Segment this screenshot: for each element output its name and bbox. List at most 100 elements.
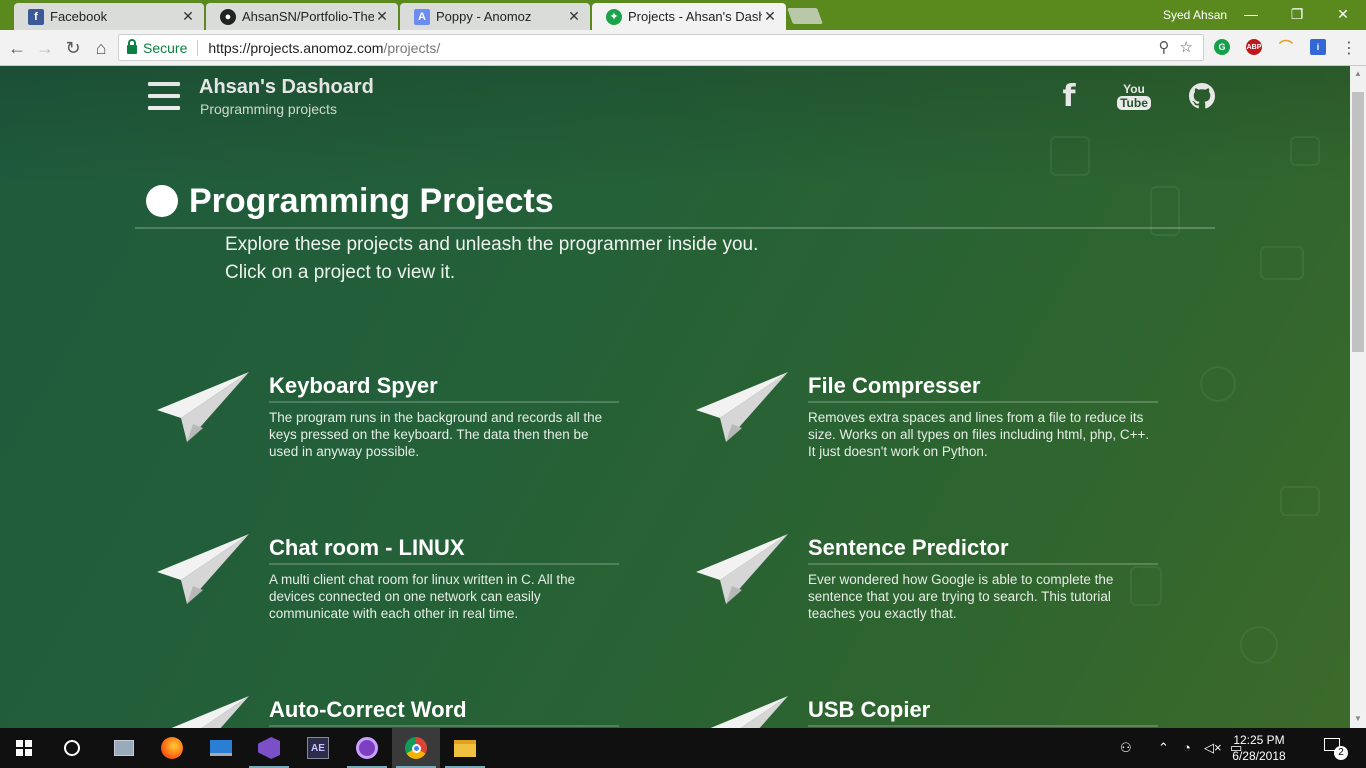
- tab-projects[interactable]: ✦ Projects - Ahsan's Dashb ✕: [592, 3, 786, 30]
- site-subtitle: Programming projects: [200, 101, 337, 117]
- volume-muted-icon[interactable]: ◁×: [1204, 740, 1222, 756]
- rainbow-extension-icon[interactable]: ⌒: [1278, 39, 1294, 55]
- github-icon[interactable]: [1187, 81, 1217, 111]
- clock-date: 6/28/2018: [1232, 749, 1286, 763]
- youtube-tube-label: Tube: [1117, 95, 1151, 110]
- project-title[interactable]: USB Copier: [808, 696, 1168, 724]
- facebook-icon[interactable]: f: [1054, 79, 1084, 114]
- paper-plane-icon: [157, 534, 249, 604]
- notification-center-icon[interactable]: 2: [1324, 738, 1348, 760]
- cortana-search-icon[interactable]: [48, 728, 96, 768]
- wifi-icon[interactable]: ◔: [1183, 740, 1191, 755]
- visual-studio-icon[interactable]: [245, 728, 293, 768]
- reload-icon[interactable]: ↻: [62, 37, 84, 59]
- intro-line-2: Click on a project to view it.: [225, 262, 456, 283]
- tab-github[interactable]: ● AhsanSN/Portfolio-Them ✕: [206, 3, 398, 30]
- heading-divider: [135, 227, 1215, 229]
- scroll-down-icon[interactable]: ▼: [1354, 714, 1362, 723]
- file-explorer-icon[interactable]: [441, 728, 489, 768]
- tab-title: Facebook: [50, 9, 108, 24]
- home-icon[interactable]: ⌂: [90, 37, 112, 59]
- tab-title: Projects - Ahsan's Dashb: [628, 9, 762, 24]
- youtube-icon[interactable]: You Tube: [1117, 81, 1151, 111]
- address-bar[interactable]: Secure https://projects.anomoz.com/proje…: [118, 34, 1204, 61]
- paper-plane-icon: [696, 534, 788, 604]
- project-card-auto-correct[interactable]: Auto-Correct Word: [171, 696, 629, 728]
- scroll-thumb[interactable]: [1352, 92, 1364, 352]
- project-card-keyboard-spyer[interactable]: Keyboard Spyer The program runs in the b…: [157, 372, 629, 460]
- paper-plane-icon: [157, 372, 249, 442]
- youtube-you-label: You: [1123, 81, 1145, 96]
- page-heading: Programming Projects: [189, 182, 554, 220]
- windows-start-icon[interactable]: [0, 728, 48, 768]
- project-title[interactable]: Keyboard Spyer: [269, 372, 629, 400]
- intro-line-1: Explore these projects and unleash the p…: [225, 234, 759, 255]
- close-icon[interactable]: ✕: [762, 8, 778, 25]
- project-divider: [269, 725, 619, 727]
- project-card-usb-copier[interactable]: USB Copier: [710, 696, 1168, 728]
- tab-title: AhsanSN/Portfolio-Them: [242, 9, 374, 24]
- close-window-icon[interactable]: ✕: [1320, 0, 1366, 28]
- firefox-icon[interactable]: [148, 728, 196, 768]
- projects-icon: ✦: [606, 8, 622, 25]
- poppy-icon: A: [414, 8, 430, 25]
- remote-desktop-icon[interactable]: [197, 728, 245, 768]
- close-icon[interactable]: ✕: [180, 8, 196, 25]
- project-description: A multi client chat room for linux writt…: [269, 572, 576, 621]
- background-doodle: [1050, 136, 1090, 176]
- back-icon[interactable]: ←: [6, 37, 28, 59]
- project-card-chat-room[interactable]: Chat room - LINUX A multi client chat ro…: [157, 534, 629, 622]
- project-card-file-compresser[interactable]: File Compresser Removes extra spaces and…: [696, 372, 1168, 460]
- secure-label: Secure: [143, 39, 188, 56]
- project-description: Removes extra spaces and lines from a fi…: [808, 410, 1150, 459]
- adblock-icon[interactable]: ABP: [1246, 39, 1262, 55]
- minimize-icon[interactable]: —: [1228, 0, 1274, 28]
- hamburger-menu-icon[interactable]: [148, 82, 180, 110]
- project-title[interactable]: Auto-Correct Word: [269, 696, 629, 724]
- chrome-icon[interactable]: [392, 728, 440, 768]
- facebook-icon: f: [28, 8, 44, 25]
- project-divider: [269, 401, 619, 403]
- forward-icon[interactable]: →: [34, 37, 56, 59]
- system-clock[interactable]: 12:25 PM 6/28/2018: [1228, 732, 1290, 764]
- people-icon[interactable]: ⚇: [1120, 740, 1132, 756]
- project-title[interactable]: Chat room - LINUX: [269, 534, 629, 562]
- notification-count: 2: [1334, 746, 1348, 760]
- profile-name[interactable]: Syed Ahsan: [1163, 8, 1227, 22]
- project-title[interactable]: File Compresser: [808, 372, 1168, 400]
- project-divider: [808, 563, 1158, 565]
- lock-icon: [127, 39, 137, 54]
- extension-icon[interactable]: i: [1310, 39, 1326, 55]
- page-scrollbar[interactable]: ▲ ▼: [1350, 66, 1366, 728]
- paper-plane-icon: [696, 372, 788, 442]
- site-title[interactable]: Ahsan's Dashoard: [199, 76, 374, 99]
- windows-taskbar: AE ⚇ ⌃ ◔ ◁× ▭ 12:25 PM 6/28/2018 2: [0, 728, 1366, 768]
- task-view-icon[interactable]: [100, 728, 148, 768]
- scroll-up-icon[interactable]: ▲: [1354, 69, 1362, 78]
- project-divider: [808, 401, 1158, 403]
- page-content: Ahsan's Dashoard Programming projects f …: [0, 66, 1350, 728]
- paper-plane-icon: [171, 696, 249, 728]
- tab-facebook[interactable]: f Facebook ✕: [14, 3, 204, 30]
- clock-time: 12:25 PM: [1233, 733, 1285, 747]
- zoom-search-icon[interactable]: ⚲: [1159, 38, 1170, 56]
- project-description: Ever wondered how Google is able to comp…: [808, 572, 1114, 621]
- restore-icon[interactable]: ❐: [1274, 0, 1320, 28]
- tab-poppy[interactable]: A Poppy - Anomoz ✕: [400, 3, 590, 30]
- project-title[interactable]: Sentence Predictor: [808, 534, 1168, 562]
- chevron-up-icon[interactable]: ⌃: [1158, 740, 1169, 756]
- background-doodle: [1290, 136, 1320, 166]
- after-effects-icon[interactable]: AE: [294, 728, 342, 768]
- grammarly-icon[interactable]: G: [1214, 39, 1230, 55]
- menu-dots-icon[interactable]: ⋮: [1338, 37, 1360, 59]
- github-desktop-icon[interactable]: [343, 728, 391, 768]
- bookmark-star-icon[interactable]: ☆: [1180, 38, 1193, 56]
- tab-title: Poppy - Anomoz: [436, 9, 532, 24]
- project-description: The program runs in the background and r…: [269, 410, 603, 459]
- new-tab-button[interactable]: [787, 8, 823, 24]
- close-icon[interactable]: ✕: [374, 8, 390, 25]
- github-icon: ●: [220, 8, 236, 25]
- browser-toolbar: ← → ↻ ⌂ Secure https://projects.anomoz.c…: [0, 30, 1366, 66]
- project-card-sentence-predictor[interactable]: Sentence Predictor Ever wondered how Goo…: [696, 534, 1168, 622]
- close-icon[interactable]: ✕: [566, 8, 582, 25]
